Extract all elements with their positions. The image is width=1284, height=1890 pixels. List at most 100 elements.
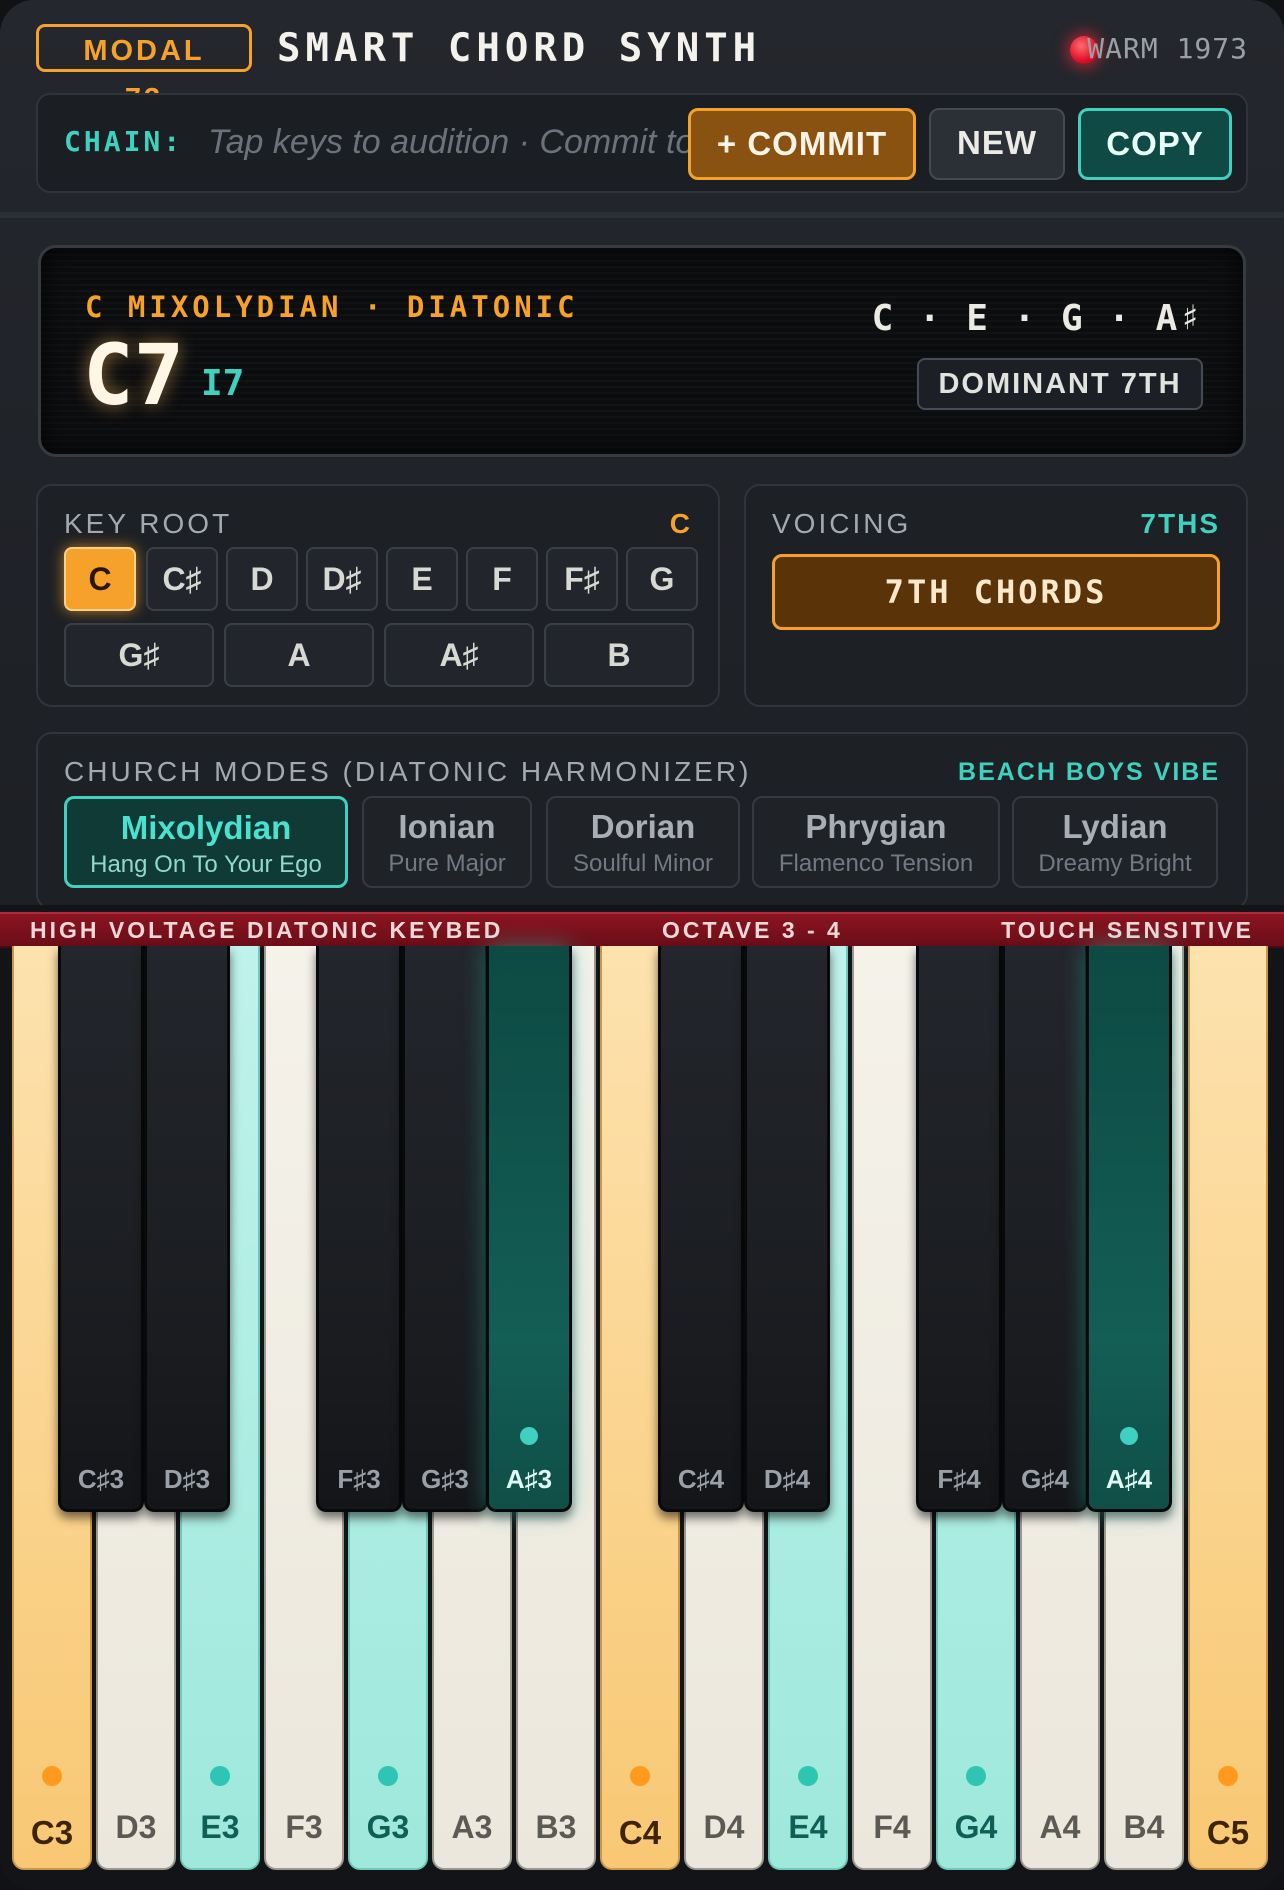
black-key-f-sharp4[interactable]: F♯4 bbox=[916, 946, 1002, 1512]
mode-name: Lydian bbox=[1062, 808, 1168, 845]
voicing-panel: VOICING 7THS 7TH CHORDS bbox=[744, 484, 1248, 707]
octave-label: OCTAVE 3 - 4 bbox=[662, 917, 843, 943]
key-label: F♯3 bbox=[337, 1464, 381, 1494]
app-header: MODAL 73 SMART CHORD SYNTH WARM 1973 bbox=[36, 22, 1248, 115]
active-note-dot-icon bbox=[210, 1766, 230, 1786]
keybed-strip: HIGH VOLTAGE DIATONIC KEYBED OCTAVE 3 - … bbox=[0, 912, 1284, 948]
black-key-g-sharp4[interactable]: G♯4 bbox=[1002, 946, 1088, 1512]
section-divider bbox=[0, 212, 1284, 218]
key-label: A4 bbox=[1039, 1809, 1081, 1845]
mode-subtitle: Flamenco Tension bbox=[778, 850, 974, 877]
led-label: WARM 1973 bbox=[1087, 32, 1248, 65]
touch-label: TOUCH SENSITIVE bbox=[1001, 917, 1254, 943]
chain-hint: Tap keys to audition · Commit to chain bbox=[208, 123, 698, 161]
active-note-dot-icon bbox=[1218, 1766, 1238, 1786]
key-label: B3 bbox=[535, 1809, 577, 1845]
mode-card-mixolydian[interactable]: Mixolydian Hang On To Your Ego bbox=[64, 796, 348, 888]
mode-name: Dorian bbox=[590, 808, 696, 845]
key-root-button[interactable]: A bbox=[224, 623, 374, 687]
black-key-g-sharp3[interactable]: G♯3 bbox=[402, 946, 488, 1512]
new-button[interactable]: NEW bbox=[929, 108, 1065, 180]
key-root-button[interactable]: C bbox=[64, 547, 136, 611]
black-key-a-sharp3[interactable]: A♯3 bbox=[486, 946, 572, 1512]
key-label: A3 bbox=[451, 1809, 493, 1845]
chain-label: CHAIN: bbox=[64, 125, 184, 158]
chord-name: C7 bbox=[83, 326, 185, 424]
mode-name: Phrygian bbox=[805, 808, 947, 845]
mode-subtitle: Hang On To Your Ego bbox=[90, 851, 322, 878]
chord-display: C MIXOLYDIAN · DIATONIC C7 I7 C · E · G … bbox=[38, 245, 1246, 457]
church-modes-panel: CHURCH MODES (DIATONIC HARMONIZER) BEACH… bbox=[36, 732, 1248, 910]
active-note-dot-icon bbox=[1120, 1427, 1138, 1445]
key-label: G♯3 bbox=[421, 1464, 469, 1494]
chord-notes: C · E · G · A♯ bbox=[871, 298, 1203, 339]
key-root-label: KEY ROOT bbox=[64, 508, 233, 539]
modes-label: CHURCH MODES (DIATONIC HARMONIZER) bbox=[64, 756, 752, 787]
mode-subtitle: Soulful Minor bbox=[572, 850, 714, 877]
key-label: B4 bbox=[1123, 1809, 1165, 1845]
key-label: C♯3 bbox=[77, 1464, 125, 1494]
commit-button[interactable]: + COMMIT bbox=[688, 108, 916, 180]
chord-quality-badge: DOMINANT 7TH bbox=[917, 358, 1203, 410]
black-key-a-sharp4[interactable]: A♯4 bbox=[1086, 946, 1172, 1512]
mode-name: Mixolydian bbox=[120, 809, 292, 846]
key-label: G♯4 bbox=[1021, 1464, 1069, 1494]
voicing-value: 7THS bbox=[1140, 508, 1220, 539]
key-label: D♯3 bbox=[163, 1464, 211, 1494]
synth-app: MODAL 73 SMART CHORD SYNTH WARM 1973 CHA… bbox=[0, 0, 1284, 1890]
black-key-d-sharp4[interactable]: D♯4 bbox=[744, 946, 830, 1512]
black-key-c-sharp4[interactable]: C♯4 bbox=[658, 946, 744, 1512]
key-root-button[interactable]: B bbox=[544, 623, 694, 687]
active-note-dot-icon bbox=[520, 1427, 538, 1445]
black-key-f-sharp3[interactable]: F♯3 bbox=[316, 946, 402, 1512]
roman-numeral: I7 bbox=[201, 363, 245, 404]
key-label: G3 bbox=[366, 1809, 410, 1845]
active-note-dot-icon bbox=[630, 1766, 650, 1786]
black-key-c-sharp3[interactable]: C♯3 bbox=[58, 946, 144, 1512]
mode-readout: C MIXOLYDIAN · DIATONIC bbox=[85, 290, 579, 324]
active-note-dot-icon bbox=[966, 1766, 986, 1786]
key-label: A♯4 bbox=[1105, 1464, 1153, 1494]
key-label: F3 bbox=[285, 1809, 323, 1845]
key-label: D4 bbox=[703, 1809, 745, 1845]
key-label: C5 bbox=[1206, 1814, 1250, 1851]
mode-subtitle: Dreamy Bright bbox=[1038, 850, 1192, 877]
voicing-7th-chords-button[interactable]: 7TH CHORDS bbox=[772, 554, 1220, 630]
key-label: F♯4 bbox=[937, 1464, 981, 1494]
key-label: D3 bbox=[115, 1809, 157, 1845]
key-root-value: C bbox=[669, 508, 692, 539]
active-note-dot-icon bbox=[798, 1766, 818, 1786]
mode-card-phrygian[interactable]: Phrygian Flamenco Tension bbox=[752, 796, 1000, 888]
mode-card-dorian[interactable]: Dorian Soulful Minor bbox=[546, 796, 740, 888]
mode-subtitle: Pure Major bbox=[388, 850, 506, 877]
key-root-button[interactable]: F♯ bbox=[546, 547, 618, 611]
active-note-dot-icon bbox=[42, 1766, 62, 1786]
app-title: SMART CHORD SYNTH bbox=[277, 26, 762, 71]
chain-bar: CHAIN: Tap keys to audition · Commit to … bbox=[36, 93, 1248, 193]
key-label: C3 bbox=[30, 1814, 74, 1851]
key-label: A♯3 bbox=[505, 1464, 553, 1494]
key-root-button[interactable]: E bbox=[386, 547, 458, 611]
piano-keyboard: C3 D3 E3 F3 G3 A3 B3 C4 D4 E4 F4 G4 A4 B4 C5 C♯3 D♯3 F♯3 G… bbox=[0, 946, 1284, 1872]
copy-button[interactable]: COPY bbox=[1078, 108, 1232, 180]
mode-card-lydian[interactable]: Lydian Dreamy Bright bbox=[1012, 796, 1218, 888]
key-label: G4 bbox=[954, 1809, 998, 1845]
key-label: F4 bbox=[873, 1809, 911, 1845]
model-badge: MODAL 73 bbox=[36, 24, 252, 115]
key-label: C4 bbox=[618, 1814, 662, 1851]
key-label: C♯4 bbox=[677, 1464, 725, 1494]
key-root-button[interactable]: F bbox=[466, 547, 538, 611]
key-root-button[interactable]: G♯ bbox=[64, 623, 214, 687]
key-label: D♯4 bbox=[763, 1464, 811, 1494]
key-root-button[interactable]: C♯ bbox=[146, 547, 218, 611]
key-root-button[interactable]: D♯ bbox=[306, 547, 378, 611]
key-root-button[interactable]: D bbox=[226, 547, 298, 611]
mode-name: Ionian bbox=[398, 808, 496, 845]
mode-card-ionian[interactable]: Ionian Pure Major bbox=[362, 796, 532, 888]
black-key-d-sharp3[interactable]: D♯3 bbox=[144, 946, 230, 1512]
key-label: E3 bbox=[200, 1809, 240, 1845]
white-key-c5[interactable]: C5 bbox=[1188, 946, 1268, 1870]
voicing-label: VOICING bbox=[772, 508, 912, 539]
key-root-button[interactable]: A♯ bbox=[384, 623, 534, 687]
key-root-button[interactable]: G bbox=[626, 547, 698, 611]
